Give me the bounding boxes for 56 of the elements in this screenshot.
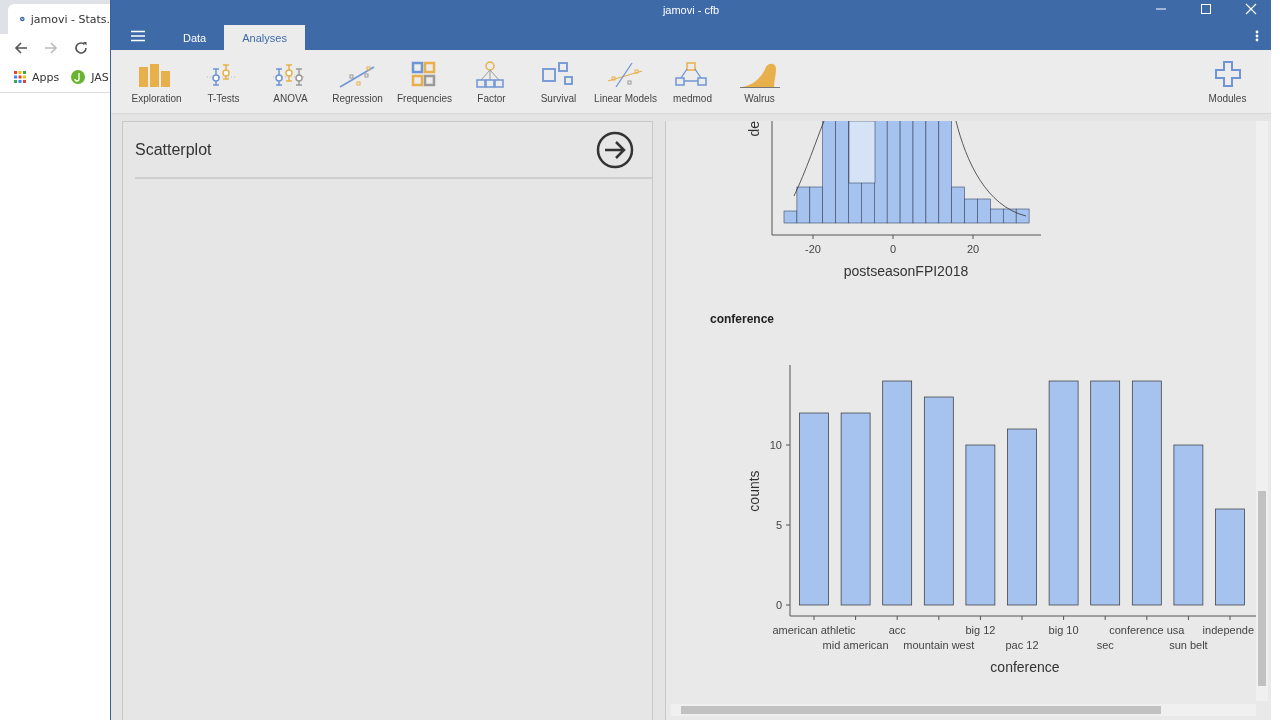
- axis-tick-label: mountain west: [903, 639, 975, 651]
- tab-title: jamovi - Stats.: [30, 12, 110, 26]
- axis-title: postseasonFPI2018: [843, 263, 969, 279]
- vertical-scrollbar[interactable]: [1256, 121, 1268, 701]
- toolbar-button[interactable]: ANOVA: [257, 59, 324, 104]
- arrow-circle-icon[interactable]: [596, 130, 634, 169]
- axis-tick-label: pac 12: [1005, 639, 1039, 651]
- bookmark[interactable]: Apps: [14, 70, 60, 84]
- axis-tick-label: sec: [1096, 639, 1114, 651]
- axis-tick-label: independe: [1202, 624, 1254, 636]
- toolbar-button[interactable]: Factor: [458, 59, 525, 104]
- axis-tick-label: conference usa: [1109, 624, 1185, 636]
- axis-tick-label: american athletic: [772, 624, 856, 636]
- toolbar-button[interactable]: Exploration: [123, 59, 190, 104]
- axis-tick-label: 0: [889, 243, 897, 255]
- toolbar-button[interactable]: Walrus: [726, 59, 793, 104]
- tab[interactable]: Analyses: [224, 25, 305, 50]
- toolbar-button[interactable]: medmod: [659, 59, 726, 104]
- histogram-bar: [1003, 208, 1017, 224]
- menu-icon[interactable]: [131, 30, 145, 42]
- toolbar-button[interactable]: Linear Models: [592, 59, 659, 104]
- panel-title: Scatterplot: [135, 140, 212, 159]
- axis-tick-label: acc: [888, 624, 906, 636]
- browser-tab[interactable]: jamovi - Stats.: [8, 4, 110, 34]
- axis-tick-label: 20: [966, 243, 980, 255]
- axis-tick-label: sun belt: [1169, 639, 1208, 651]
- more-icon[interactable]: [1255, 30, 1259, 42]
- window-title: jamovi - cfb: [662, 3, 720, 16]
- reload-icon[interactable]: [74, 41, 88, 55]
- histogram-bar: [1015, 208, 1030, 224]
- axis-tick-label: mid american: [822, 639, 889, 651]
- back-icon[interactable]: [14, 41, 28, 55]
- axis-tick-label: 10: [769, 439, 782, 451]
- axis-title: conference: [990, 659, 1060, 675]
- axis-tick-label: big 12: [965, 624, 996, 636]
- close-icon[interactable]: [1245, 3, 1257, 15]
- tab[interactable]: Data: [165, 25, 225, 50]
- axis-tick-label: 0: [775, 599, 782, 611]
- maximize-icon[interactable]: [1200, 3, 1212, 15]
- apps-grid-icon: [14, 71, 26, 83]
- axis-title: de: [746, 121, 762, 137]
- toolbar-button[interactable]: Survival: [525, 59, 592, 104]
- toolbar-button[interactable]: T-Tests: [190, 59, 257, 104]
- scrollbar-thumb[interactable]: [1258, 491, 1266, 686]
- toolbar-button[interactable]: Regression: [324, 59, 391, 104]
- scrollbar-thumb[interactable]: [681, 706, 1161, 714]
- site-icon: [71, 70, 86, 84]
- axis-tick-label: big 10: [1048, 624, 1079, 636]
- toolbar-button[interactable]: Frequencies: [391, 59, 458, 104]
- chart-heading: conference: [710, 312, 775, 326]
- axis-tick-label: -20: [805, 243, 821, 255]
- modules-button[interactable]: Modules: [1194, 59, 1261, 104]
- axis-title: counts: [746, 470, 762, 512]
- horizontal-scrollbar[interactable]: [671, 704, 1256, 716]
- bookmark[interactable]: JAS: [71, 70, 109, 84]
- axis-tick-label: 5: [775, 519, 782, 531]
